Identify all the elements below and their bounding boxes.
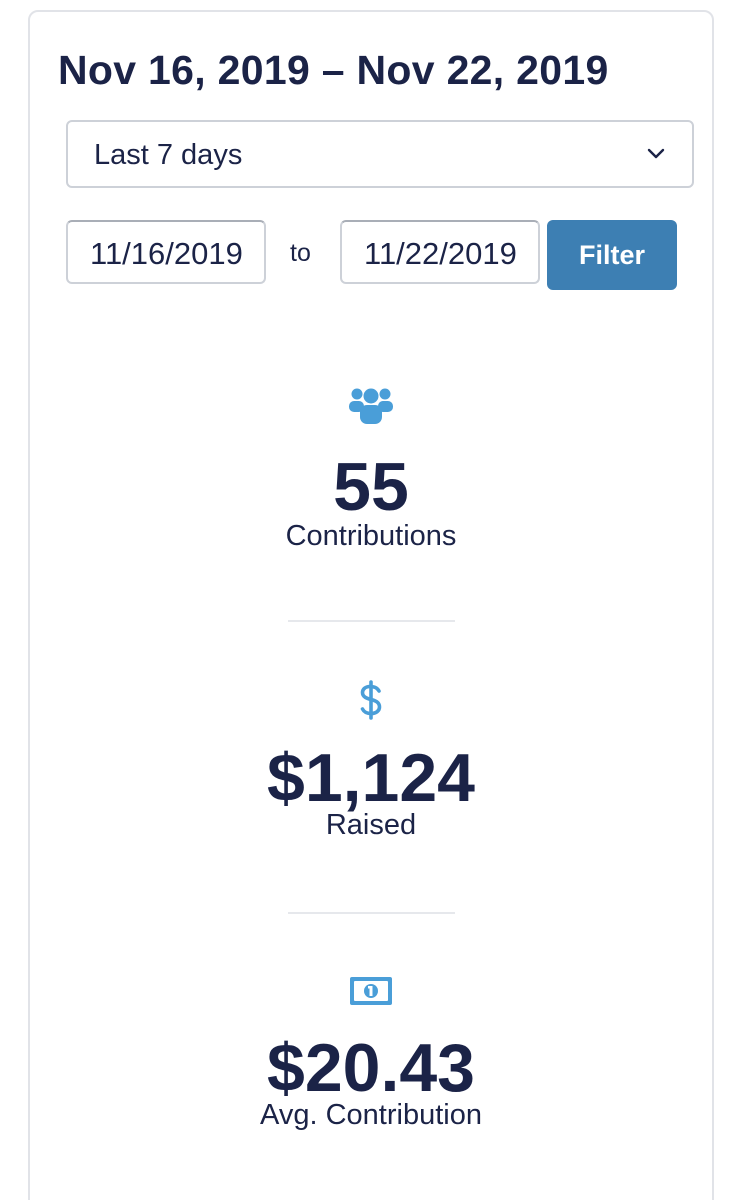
users-icon xyxy=(349,388,393,424)
date-from-input[interactable]: 11/16/2019 xyxy=(66,220,266,284)
filter-button[interactable]: Filter xyxy=(547,220,677,290)
dollar-icon xyxy=(360,680,382,720)
date-range-title: Nov 16, 2019 – Nov 22, 2019 xyxy=(58,47,609,93)
chevron-down-icon xyxy=(647,148,665,159)
money-bill-icon xyxy=(350,977,392,1005)
to-label: to xyxy=(290,239,311,267)
raised-label: Raised xyxy=(325,809,417,841)
divider xyxy=(288,620,455,622)
average-value: $20.43 xyxy=(267,1030,475,1106)
contributions-stat: 55 Contributions xyxy=(28,385,714,553)
date-from-value: 11/16/2019 xyxy=(90,236,243,271)
range-select[interactable]: Last 7 days xyxy=(66,120,694,188)
average-label: Avg. Contribution xyxy=(260,1099,482,1131)
contributions-label: Contributions xyxy=(285,520,457,552)
contributions-value: 55 xyxy=(333,449,409,525)
date-to-value: 11/22/2019 xyxy=(364,236,517,271)
divider xyxy=(288,912,455,914)
range-select-value: Last 7 days xyxy=(94,139,243,171)
raised-value: $1,124 xyxy=(267,740,475,816)
raised-stat: $1,124 Raised xyxy=(28,680,714,842)
average-stat: $20.43 Avg. Contribution xyxy=(28,976,714,1132)
date-to-input[interactable]: 11/22/2019 xyxy=(340,220,540,284)
